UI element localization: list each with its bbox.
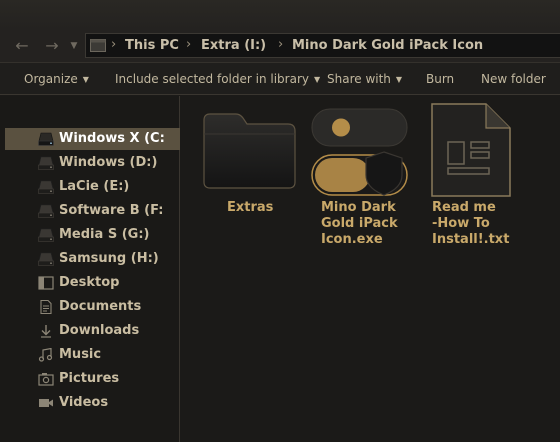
sidebar-item-documents[interactable]: Documents: [5, 296, 180, 318]
sidebar-item-label: Windows (D:): [59, 155, 158, 170]
command-toolbar: Organize ▼ Include selected folder in lib…: [0, 62, 560, 95]
back-arrow-icon[interactable]: ←: [12, 37, 32, 55]
documents-icon: [40, 300, 52, 314]
sidebar-item-label: Documents: [59, 299, 142, 314]
title-bar: [0, 0, 560, 30]
sidebar-item-label: Samsung (H:): [59, 251, 159, 266]
file-item-readme[interactable]: Read me -How To Install!.txt: [422, 100, 522, 250]
sidebar-item-label: Software B (F:: [59, 203, 164, 218]
desktop-icon: [38, 276, 54, 290]
file-name-line: Mino Dark: [321, 200, 396, 215]
file-name-line: Gold iPack: [321, 216, 398, 231]
sidebar-item-downloads[interactable]: Downloads: [5, 320, 180, 342]
new-folder-button[interactable]: New folder: [481, 72, 546, 86]
sidebar-item-desktop[interactable]: Desktop: [5, 272, 180, 294]
sidebar-item-label: Windows X (C:: [59, 131, 165, 146]
sidebar-item-label: Videos: [59, 395, 109, 410]
sidebar-item-samsung[interactable]: Samsung (H:): [5, 248, 180, 270]
sidebar-item-label: Media S (G:): [59, 227, 150, 242]
share-label: Share with: [327, 72, 391, 86]
breadcrumb-current-folder[interactable]: Mino Dark Gold iPack Icon: [292, 38, 483, 53]
burn-button[interactable]: Burn: [426, 72, 454, 86]
organize-menu[interactable]: Organize ▼: [24, 72, 89, 86]
file-name-line: -How To: [432, 216, 490, 231]
history-chevron-icon[interactable]: ▼: [64, 37, 84, 55]
file-name-line: Install!.txt: [432, 232, 510, 247]
sidebar-item-lacie[interactable]: LaCie (E:): [5, 176, 180, 198]
include-in-library-menu[interactable]: Include selected folder in library ▼: [115, 72, 320, 86]
sidebar-item-videos[interactable]: Videos: [5, 392, 180, 414]
downloads-icon: [41, 325, 51, 338]
drive-icon: [38, 228, 54, 242]
drive-icon: [38, 204, 54, 218]
breadcrumb-this-pc[interactable]: This PC: [125, 38, 179, 53]
sidebar-item-label: Music: [59, 347, 102, 362]
sidebar-item-software-b[interactable]: Software B (F:: [5, 200, 180, 222]
sidebar-item-label: Pictures: [59, 371, 120, 386]
sidebar-item-media-s[interactable]: Media S (G:): [5, 224, 180, 246]
sidebar-item-label: Desktop: [59, 275, 120, 290]
pictures-icon: [38, 373, 54, 386]
sidebar-item-music[interactable]: Music: [5, 344, 180, 366]
file-item-extras[interactable]: Extras: [200, 100, 298, 250]
sidebar-item-label: LaCie (E:): [59, 179, 130, 194]
file-name-line: Read me: [432, 200, 496, 215]
address-bar[interactable]: › This PC › Extra (I:) › Mino Dark Gold …: [85, 33, 560, 58]
text-document-icon: [431, 103, 511, 197]
breadcrumb-extra-drive[interactable]: Extra (I:): [201, 38, 266, 53]
this-pc-icon: [90, 39, 106, 52]
drive-icon: [38, 156, 54, 170]
file-name-line: Extras: [227, 200, 274, 215]
file-item-installer[interactable]: Mino Dark Gold iPack Icon.exe: [310, 100, 410, 250]
folder-icon: [203, 113, 296, 189]
share-with-menu[interactable]: Share with ▼: [327, 72, 402, 86]
drive-icon: [38, 180, 54, 194]
drive-icon: [38, 252, 54, 266]
videos-icon: [39, 399, 53, 407]
include-label: Include selected folder in library: [115, 72, 309, 86]
forward-arrow-icon[interactable]: →: [42, 37, 62, 55]
chevron-down-icon: ▼: [82, 75, 89, 84]
organize-label: Organize: [24, 72, 78, 86]
chevron-down-icon: ▼: [313, 75, 321, 84]
breadcrumb-separator-icon: ›: [278, 37, 284, 52]
music-icon: [38, 348, 53, 362]
chevron-down-icon: ▼: [395, 75, 403, 84]
toggle-shield-icon: [311, 108, 408, 196]
file-name-line: Icon.exe: [321, 232, 383, 247]
sidebar-item-pictures[interactable]: Pictures: [5, 368, 180, 390]
breadcrumb-separator-icon: ›: [186, 37, 192, 52]
sidebar-item-windows-x[interactable]: Windows X (C:: [5, 128, 180, 150]
drive-icon: [38, 132, 54, 146]
sidebar-item-label: Downloads: [59, 323, 140, 338]
breadcrumb-separator-icon: ›: [111, 37, 117, 52]
sidebar-item-windows-d[interactable]: Windows (D:): [5, 152, 180, 174]
